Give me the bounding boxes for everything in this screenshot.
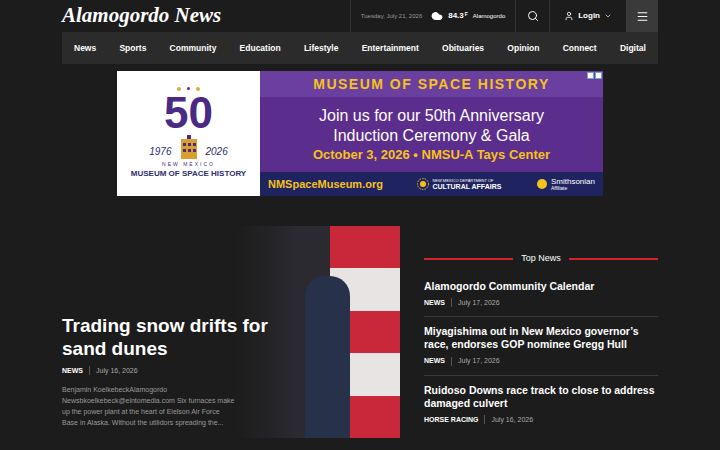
- date-label: July 16, 2026: [96, 366, 138, 377]
- meta-separator: [89, 366, 90, 375]
- menu-icon: [636, 10, 649, 23]
- nav-item[interactable]: Opinion: [507, 42, 539, 55]
- meta-separator: [484, 415, 485, 424]
- main-content: Trading snow drifts for sand dunes NEWS Ju…: [62, 226, 658, 438]
- top-news: Top News Alamogordo Community Calendar NEW…: [424, 226, 658, 438]
- ad-partner: NEW MEXICO DEPARTMENT OFCULTURAL AFFAIRS: [417, 178, 501, 190]
- category-label[interactable]: NEWS: [424, 298, 445, 309]
- ad-logo-years: 1976 2026: [149, 135, 228, 159]
- date-label: July 16, 2026: [491, 415, 533, 426]
- temperature-unit: F: [465, 11, 468, 17]
- site-logo[interactable]: Alamogordo News: [62, 0, 350, 32]
- nav-item[interactable]: Lifestyle: [304, 42, 339, 55]
- top-news-item-title[interactable]: Alamogordo Community Calendar: [424, 280, 658, 293]
- end-year: 2026: [206, 144, 228, 159]
- sun-icon: [536, 178, 548, 190]
- category-label[interactable]: NEWS: [424, 356, 445, 367]
- meta-separator: [451, 357, 452, 366]
- login-label: Login: [578, 10, 600, 22]
- chevron-down-icon: [604, 12, 612, 20]
- nav-item[interactable]: Connect: [563, 42, 597, 55]
- ad-logo-number: 50: [164, 91, 213, 135]
- ad-logo-name: MUSEUM OF SPACE HISTORY: [131, 168, 246, 180]
- sun-icon: [417, 178, 429, 190]
- top-news-item[interactable]: Miyagishima out in New Mexico governor’s…: [424, 317, 658, 376]
- ad-footer: NMSpaceMuseum.org NEW MEXICO DEPARTMENT O…: [260, 172, 603, 196]
- start-year: 1976: [149, 144, 171, 159]
- top-news-item[interactable]: Alamogordo Community Calendar NEWS July 17…: [424, 272, 658, 318]
- building-icon: [178, 135, 200, 159]
- top-news-header: Top News: [424, 252, 658, 266]
- category-label[interactable]: HORSE RACING: [424, 415, 478, 426]
- header-line: [424, 258, 513, 260]
- feature-excerpt: Benjamin KoelkebeckAlamogordo Newsbkoelk…: [62, 384, 237, 428]
- feature-text: Trading snow drifts for sand dunes NEWS Ju…: [62, 314, 277, 429]
- ad-info-icon: [587, 72, 594, 79]
- ad-headline-strip: MUSEUM OF SPACE HISTORY: [260, 71, 603, 97]
- top-news-item-title[interactable]: Miyagishima out in New Mexico governor’s…: [424, 325, 658, 351]
- ad-date-line: October 3, 2026 • NMSU-A Tays Center: [313, 146, 550, 164]
- ad-logo: 50 1976 2026 NEW MEXICOMUSEUM OF SPACE HIST…: [117, 71, 260, 196]
- feature-article[interactable]: Trading snow drifts for sand dunes NEWS Ju…: [62, 226, 400, 438]
- ad-body: Join us for our 50th AnniversaryInductio…: [260, 97, 603, 172]
- top-bar: Alamogordo News Tuesday, July 21, 2026 84.…: [62, 0, 658, 32]
- date-text: Tuesday, July 21, 2026: [361, 12, 422, 21]
- date-label: July 17, 2026: [458, 298, 500, 309]
- nav-item[interactable]: Digital: [620, 42, 646, 55]
- nav-item[interactable]: Sports: [119, 42, 146, 55]
- article-meta: NEWS July 16, 2026: [62, 366, 277, 377]
- nav-item[interactable]: Obituaries: [442, 42, 484, 55]
- search-icon: [527, 10, 539, 22]
- top-news-item[interactable]: Ruidoso Downs race track to close to add…: [424, 376, 658, 434]
- login-button[interactable]: Login: [549, 0, 626, 32]
- partner-top: Smithsonian: [551, 178, 595, 186]
- search-button[interactable]: [515, 0, 549, 32]
- meta-separator: [451, 298, 452, 307]
- partner-bottom: CULTURAL AFFAIRS: [432, 183, 501, 190]
- site-header: Alamogordo News Tuesday, July 21, 2026 84.…: [62, 0, 658, 64]
- ad-logo-state: NEW MEXICO: [162, 161, 215, 169]
- article-meta: HORSE RACING July 16, 2026: [424, 415, 658, 426]
- user-icon: [564, 11, 574, 21]
- nav-item[interactable]: Education: [240, 42, 281, 55]
- partner-text: SmithsonianAffiliate: [551, 178, 595, 191]
- ad-website[interactable]: NMSpaceMuseum.org: [268, 176, 383, 193]
- partner-text: NEW MEXICO DEPARTMENT OFCULTURAL AFFAIRS: [432, 179, 501, 190]
- ad-line: Induction Ceremony & Gala: [333, 126, 530, 146]
- ad-banner[interactable]: 5019762026NEW MEXICOMUSEUM OF SPACE HIST…: [117, 71, 603, 196]
- partner-top: NEW MEXICO DEPARTMENT OF: [432, 179, 501, 183]
- date-label: July 17, 2026: [458, 356, 500, 367]
- top-news-item-title[interactable]: Ruidoso Downs race track to close to add…: [424, 384, 658, 410]
- ad-choices-badge[interactable]: [587, 72, 602, 79]
- top-news-title: Top News: [521, 252, 561, 266]
- article-meta: NEWS July 17, 2026: [424, 298, 658, 309]
- temperature: 84.3F: [448, 10, 468, 22]
- feature-title[interactable]: Trading snow drifts for sand dunes: [62, 314, 277, 360]
- nav-item[interactable]: News: [74, 42, 96, 55]
- page: Alamogordo News Tuesday, July 21, 2026 84.…: [0, 0, 720, 450]
- star-icon: [187, 87, 190, 90]
- partner-bottom: Affiliate: [551, 186, 595, 191]
- article-meta: NEWS July 17, 2026: [424, 356, 658, 367]
- ad-close-icon: [595, 72, 602, 79]
- nav-item[interactable]: Entertainment: [362, 42, 419, 55]
- city-text: Alamogordo: [473, 12, 505, 21]
- ad-headline: MUSEUM OF SPACE HISTORY: [313, 74, 549, 95]
- main-nav: News Sports Community Education Lifestyle Ent…: [62, 32, 658, 64]
- cloud-icon: [431, 10, 443, 22]
- date-weather: Tuesday, July 21, 2026 84.3F Alamogordo: [350, 0, 515, 32]
- header-line: [569, 258, 658, 260]
- ad-content: MUSEUM OF SPACE HISTORYJoin us for our 5…: [260, 71, 603, 196]
- nav-item[interactable]: Community: [170, 42, 217, 55]
- ad-line: Join us for our 50th Anniversary: [319, 106, 544, 126]
- ad-partner: SmithsonianAffiliate: [536, 178, 595, 191]
- category-label[interactable]: NEWS: [62, 366, 83, 377]
- menu-button[interactable]: [626, 0, 658, 32]
